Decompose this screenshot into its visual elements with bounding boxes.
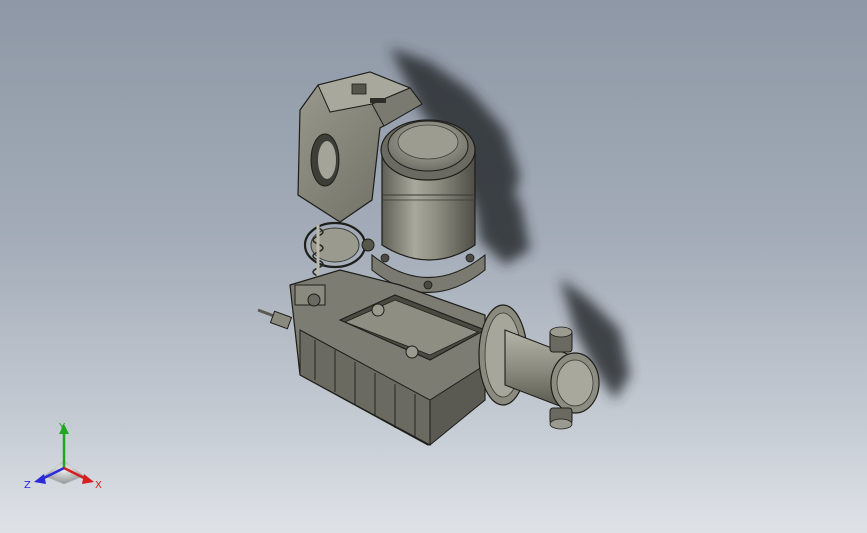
pump-assembly-model[interactable] bbox=[0, 0, 867, 533]
electric-motor[interactable] bbox=[371, 119, 486, 294]
x-axis-label: X bbox=[95, 480, 102, 491]
pump-base-body[interactable] bbox=[289, 269, 487, 447]
orientation-triad[interactable]: Y X Z bbox=[22, 418, 112, 498]
adjustment-rod[interactable] bbox=[257, 308, 293, 330]
3d-viewport[interactable]: Y X Z bbox=[0, 0, 867, 533]
y-axis-label: Y bbox=[58, 422, 66, 433]
z-axis-label: Z bbox=[24, 480, 31, 491]
